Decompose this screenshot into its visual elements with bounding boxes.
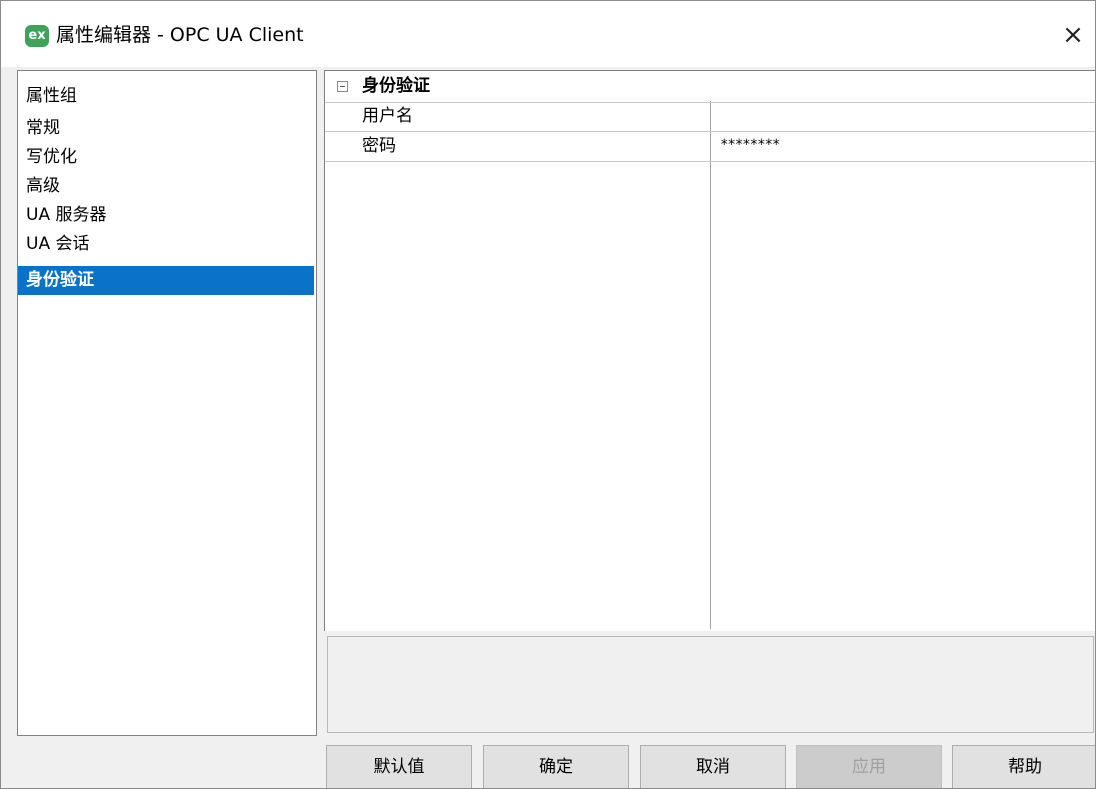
help-button[interactable]: 帮助	[952, 745, 1095, 788]
password-value[interactable]: ********	[720, 132, 780, 158]
property-groups-header: 属性组	[26, 86, 77, 106]
collapse-icon[interactable]	[337, 81, 348, 92]
group-item-general[interactable]: 常规	[18, 114, 314, 143]
window-title: 属性编辑器 - OPC UA Client	[56, 24, 304, 46]
title-bar: ex 属性编辑器 - OPC UA Client ×	[1, 1, 1095, 67]
property-row-password[interactable]: 密码 ********	[325, 132, 1095, 162]
cancel-button[interactable]: 取消	[640, 745, 786, 788]
property-name: 密码	[362, 136, 396, 156]
description-panel	[327, 636, 1094, 733]
apply-button[interactable]: 应用	[796, 745, 942, 788]
category-row[interactable]: 身份验证	[325, 71, 1095, 103]
group-item-ua-server[interactable]: UA 服务器	[18, 201, 314, 230]
property-row-username[interactable]: 用户名	[325, 102, 1095, 132]
property-groups-panel: 属性组 常规 写优化 高级 UA 服务器 UA 会话 身份验证	[17, 70, 317, 736]
app-icon: ex	[25, 25, 49, 47]
ok-button[interactable]: 确定	[483, 745, 629, 788]
property-editor-window: ex 属性编辑器 - OPC UA Client × 属性组 常规 写优化 高级…	[0, 0, 1096, 789]
group-item-authentication[interactable]: 身份验证	[18, 266, 314, 295]
property-name: 用户名	[362, 106, 413, 126]
group-item-ua-session[interactable]: UA 会话	[18, 230, 314, 259]
category-label: 身份验证	[362, 76, 430, 96]
close-icon[interactable]: ×	[1051, 13, 1095, 57]
column-divider	[710, 101, 711, 629]
group-item-advanced[interactable]: 高级	[18, 172, 314, 201]
property-grid: 身份验证 用户名 密码 ********	[324, 70, 1095, 631]
defaults-button[interactable]: 默认值	[326, 745, 472, 788]
group-item-write-optimization[interactable]: 写优化	[18, 143, 314, 172]
